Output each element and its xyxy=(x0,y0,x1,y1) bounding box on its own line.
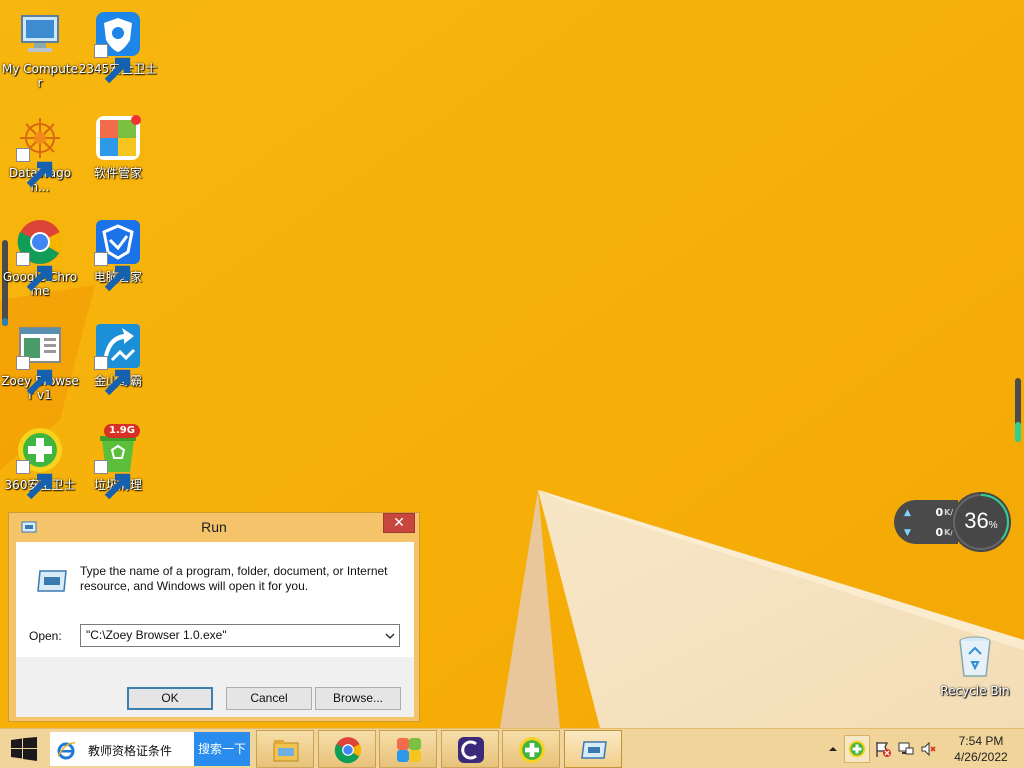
taskbar-app-chrome[interactable] xyxy=(318,730,376,768)
open-label: Open: xyxy=(29,629,62,643)
shortcut-arrow-icon xyxy=(16,148,53,188)
desktop-icon-recycle-bin[interactable]: Recycle Bin xyxy=(935,626,1015,722)
desktop-icon-trash-cleanup[interactable]: 1.9G 垃圾清理 xyxy=(78,420,158,516)
taskbar-app-360-security[interactable] xyxy=(502,730,560,768)
desktop-icon-pc-manager[interactable]: 电脑管家 xyxy=(78,212,158,308)
shortcut-arrow-icon xyxy=(94,460,131,500)
open-command-input[interactable]: "C:\Zoey Browser 1.0.exe" xyxy=(80,624,400,647)
kingsoft-antivirus-icon xyxy=(94,322,142,396)
clock-date: 4/26/2022 xyxy=(954,750,1008,764)
desktop-icon-software-manager[interactable]: 软件管家 xyxy=(78,108,158,204)
shortcut-arrow-icon xyxy=(16,460,53,500)
taskbar-clock[interactable]: 7:54 PM 4/26/2022 xyxy=(946,733,1016,765)
dialog-titlebar[interactable]: Run ✕ xyxy=(9,513,419,541)
network-icon[interactable] xyxy=(897,740,915,758)
icon-label: Recycle Bin xyxy=(940,684,1010,698)
desktop-icon-google-chrome[interactable]: Google Chrome xyxy=(0,212,80,308)
recycle-bin-icon xyxy=(951,632,999,680)
360-security-icon xyxy=(519,737,545,763)
app-store-icon xyxy=(397,738,421,762)
desktop-icon-2345-security[interactable]: 2345安全卫士 xyxy=(78,4,158,100)
start-button[interactable] xyxy=(0,729,48,768)
shortcut-arrow-icon xyxy=(16,356,53,396)
taskbar-app-run[interactable] xyxy=(564,730,622,768)
clock-time: 7:54 PM xyxy=(958,734,1004,748)
download-speed: 0 xyxy=(935,526,944,539)
datawagon-icon xyxy=(16,114,64,188)
download-arrow-icon: ▼ xyxy=(904,527,911,538)
chevron-down-icon[interactable] xyxy=(384,629,396,643)
shield-icon xyxy=(94,10,142,84)
chrome-icon xyxy=(16,218,64,292)
360-security-icon xyxy=(16,426,64,500)
internet-explorer-icon xyxy=(57,742,76,760)
run-program-icon xyxy=(37,570,67,592)
search-input[interactable]: 教师资格证条件 xyxy=(50,732,194,766)
ok-button[interactable]: OK xyxy=(127,687,213,710)
cpu-unit: % xyxy=(988,520,998,531)
close-button[interactable]: ✕ xyxy=(383,513,415,533)
upload-speed: 0 xyxy=(935,506,944,519)
tray-360-icon[interactable] xyxy=(844,735,870,763)
search-button[interactable]: 搜索一下 xyxy=(194,732,250,766)
c-browser-icon xyxy=(458,737,484,763)
desktop-icon-360-security[interactable]: 360安全卫士 xyxy=(0,420,80,516)
dialog-content-area: Type the name of a program, folder, docu… xyxy=(16,542,414,657)
network-speed-widget[interactable]: ▲ 0 K/s ▼ 0 K/s xyxy=(894,500,958,544)
taskbar-app-file-explorer[interactable] xyxy=(256,730,314,768)
software-manager-icon xyxy=(94,114,142,162)
desktop-icon-my-computer[interactable]: My Computer xyxy=(0,4,80,100)
right-edge-handle[interactable] xyxy=(1015,378,1021,442)
run-icon xyxy=(581,741,607,759)
taskbar-app-c-browser[interactable] xyxy=(441,730,499,768)
desktop-icon-zoey-browser[interactable]: Zoey Browser v1 xyxy=(0,316,80,412)
taskbar-app-store[interactable] xyxy=(379,730,437,768)
windows-logo-icon xyxy=(11,737,37,761)
desktop-icon-kingsoft-antivirus[interactable]: 金山毒霸 xyxy=(78,316,158,412)
shortcut-arrow-icon xyxy=(94,252,131,292)
desktop-icon-datawagon[interactable]: DataWagon... xyxy=(0,108,80,204)
cpu-percent-text: 36% xyxy=(950,508,1012,534)
trash-cleanup-icon: 1.9G xyxy=(94,424,142,500)
shortcut-arrow-icon xyxy=(16,252,53,292)
icon-label: My Computer xyxy=(2,62,78,90)
chrome-icon xyxy=(334,737,361,764)
speaker-muted-icon[interactable] xyxy=(920,740,938,758)
browse-button[interactable]: Browse... xyxy=(315,687,401,710)
zoey-browser-icon xyxy=(16,322,64,396)
dialog-title: Run xyxy=(201,519,227,535)
pc-manager-icon xyxy=(94,218,142,292)
icon-label: 软件管家 xyxy=(93,166,142,180)
cpu-percent: 36 xyxy=(964,508,989,533)
upload-arrow-icon: ▲ xyxy=(904,507,911,518)
run-dialog: Run ✕ Type the name of a program, folder… xyxy=(8,512,420,722)
chevron-up-icon[interactable] xyxy=(827,743,839,755)
cpu-usage-ring[interactable]: 36% xyxy=(950,491,1014,553)
action-center-flag-icon[interactable] xyxy=(874,740,892,758)
cancel-button[interactable]: Cancel xyxy=(226,687,312,710)
cleanup-size-badge: 1.9G xyxy=(104,424,140,438)
taskbar: 教师资格证条件 搜索一下 7:54 PM 4/26/2022 xyxy=(0,728,1024,768)
shortcut-arrow-icon xyxy=(94,356,131,396)
open-command-value[interactable]: "C:\Zoey Browser 1.0.exe" xyxy=(86,628,227,642)
computer-icon xyxy=(16,10,64,58)
shortcut-arrow-icon xyxy=(94,44,131,84)
dialog-body: Type the name of a program, folder, docu… xyxy=(16,542,414,717)
search-text[interactable]: 教师资格证条件 xyxy=(88,742,172,759)
file-explorer-icon xyxy=(273,740,299,762)
dialog-description: Type the name of a program, folder, docu… xyxy=(80,564,388,593)
